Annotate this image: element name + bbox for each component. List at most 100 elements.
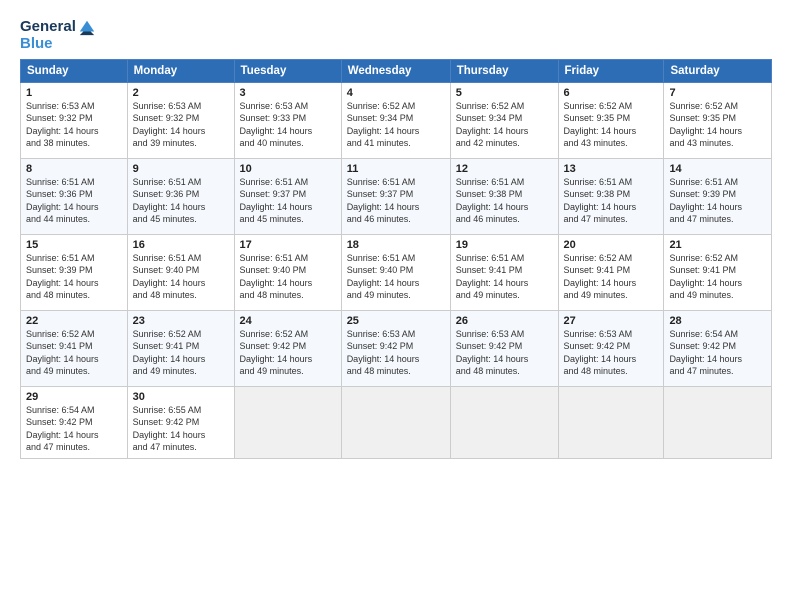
day-info: Sunrise: 6:51 AM Sunset: 9:36 PM Dayligh…: [26, 176, 122, 226]
calendar-header-monday: Monday: [127, 59, 234, 82]
calendar-cell: [558, 386, 664, 458]
calendar-cell: 20Sunrise: 6:52 AM Sunset: 9:41 PM Dayli…: [558, 234, 664, 310]
day-info: Sunrise: 6:51 AM Sunset: 9:40 PM Dayligh…: [133, 252, 229, 302]
calendar-cell: [234, 386, 341, 458]
day-info: Sunrise: 6:54 AM Sunset: 9:42 PM Dayligh…: [26, 404, 122, 454]
day-number: 27: [564, 315, 659, 327]
day-info: Sunrise: 6:53 AM Sunset: 9:32 PM Dayligh…: [26, 100, 122, 150]
day-number: 2: [133, 87, 229, 99]
day-number: 9: [133, 163, 229, 175]
calendar-cell: 29Sunrise: 6:54 AM Sunset: 9:42 PM Dayli…: [21, 386, 128, 458]
logo-text-blue: Blue: [20, 36, 53, 53]
day-number: 20: [564, 239, 659, 251]
page: General Blue SundayMondayTuesdayWednesda…: [0, 0, 792, 612]
day-number: 16: [133, 239, 229, 251]
calendar-week-4: 22Sunrise: 6:52 AM Sunset: 9:41 PM Dayli…: [21, 310, 772, 386]
calendar-cell: 2Sunrise: 6:53 AM Sunset: 9:32 PM Daylig…: [127, 82, 234, 158]
calendar-cell: 7Sunrise: 6:52 AM Sunset: 9:35 PM Daylig…: [664, 82, 772, 158]
day-number: 19: [456, 239, 553, 251]
day-number: 11: [347, 163, 445, 175]
calendar-header-saturday: Saturday: [664, 59, 772, 82]
day-info: Sunrise: 6:51 AM Sunset: 9:36 PM Dayligh…: [133, 176, 229, 226]
calendar-header-friday: Friday: [558, 59, 664, 82]
calendar-week-2: 8Sunrise: 6:51 AM Sunset: 9:36 PM Daylig…: [21, 158, 772, 234]
calendar-body: 1Sunrise: 6:53 AM Sunset: 9:32 PM Daylig…: [21, 82, 772, 458]
calendar-cell: 13Sunrise: 6:51 AM Sunset: 9:38 PM Dayli…: [558, 158, 664, 234]
day-info: Sunrise: 6:52 AM Sunset: 9:41 PM Dayligh…: [564, 252, 659, 302]
day-info: Sunrise: 6:51 AM Sunset: 9:37 PM Dayligh…: [347, 176, 445, 226]
calendar-cell: [341, 386, 450, 458]
calendar-cell: 24Sunrise: 6:52 AM Sunset: 9:42 PM Dayli…: [234, 310, 341, 386]
calendar-cell: 27Sunrise: 6:53 AM Sunset: 9:42 PM Dayli…: [558, 310, 664, 386]
day-number: 29: [26, 391, 122, 403]
calendar-cell: 21Sunrise: 6:52 AM Sunset: 9:41 PM Dayli…: [664, 234, 772, 310]
calendar-cell: 6Sunrise: 6:52 AM Sunset: 9:35 PM Daylig…: [558, 82, 664, 158]
calendar-cell: 9Sunrise: 6:51 AM Sunset: 9:36 PM Daylig…: [127, 158, 234, 234]
calendar-cell: 16Sunrise: 6:51 AM Sunset: 9:40 PM Dayli…: [127, 234, 234, 310]
calendar-cell: 14Sunrise: 6:51 AM Sunset: 9:39 PM Dayli…: [664, 158, 772, 234]
day-info: Sunrise: 6:52 AM Sunset: 9:41 PM Dayligh…: [669, 252, 766, 302]
calendar-cell: 12Sunrise: 6:51 AM Sunset: 9:38 PM Dayli…: [450, 158, 558, 234]
day-number: 21: [669, 239, 766, 251]
calendar-week-3: 15Sunrise: 6:51 AM Sunset: 9:39 PM Dayli…: [21, 234, 772, 310]
calendar-cell: 22Sunrise: 6:52 AM Sunset: 9:41 PM Dayli…: [21, 310, 128, 386]
calendar-cell: 4Sunrise: 6:52 AM Sunset: 9:34 PM Daylig…: [341, 82, 450, 158]
day-number: 4: [347, 87, 445, 99]
day-number: 5: [456, 87, 553, 99]
day-number: 17: [240, 239, 336, 251]
calendar-cell: 1Sunrise: 6:53 AM Sunset: 9:32 PM Daylig…: [21, 82, 128, 158]
day-number: 3: [240, 87, 336, 99]
day-info: Sunrise: 6:51 AM Sunset: 9:40 PM Dayligh…: [240, 252, 336, 302]
calendar-cell: 17Sunrise: 6:51 AM Sunset: 9:40 PM Dayli…: [234, 234, 341, 310]
calendar-cell: 23Sunrise: 6:52 AM Sunset: 9:41 PM Dayli…: [127, 310, 234, 386]
day-info: Sunrise: 6:53 AM Sunset: 9:33 PM Dayligh…: [240, 100, 336, 150]
day-number: 1: [26, 87, 122, 99]
day-number: 28: [669, 315, 766, 327]
calendar-cell: [664, 386, 772, 458]
day-info: Sunrise: 6:52 AM Sunset: 9:34 PM Dayligh…: [347, 100, 445, 150]
day-info: Sunrise: 6:52 AM Sunset: 9:34 PM Dayligh…: [456, 100, 553, 150]
day-info: Sunrise: 6:52 AM Sunset: 9:35 PM Dayligh…: [669, 100, 766, 150]
day-info: Sunrise: 6:54 AM Sunset: 9:42 PM Dayligh…: [669, 328, 766, 378]
day-info: Sunrise: 6:53 AM Sunset: 9:42 PM Dayligh…: [347, 328, 445, 378]
calendar-cell: 15Sunrise: 6:51 AM Sunset: 9:39 PM Dayli…: [21, 234, 128, 310]
day-info: Sunrise: 6:53 AM Sunset: 9:42 PM Dayligh…: [456, 328, 553, 378]
day-number: 12: [456, 163, 553, 175]
calendar-cell: 8Sunrise: 6:51 AM Sunset: 9:36 PM Daylig…: [21, 158, 128, 234]
day-number: 6: [564, 87, 659, 99]
day-number: 7: [669, 87, 766, 99]
calendar-cell: 26Sunrise: 6:53 AM Sunset: 9:42 PM Dayli…: [450, 310, 558, 386]
calendar-cell: 25Sunrise: 6:53 AM Sunset: 9:42 PM Dayli…: [341, 310, 450, 386]
day-info: Sunrise: 6:53 AM Sunset: 9:42 PM Dayligh…: [564, 328, 659, 378]
day-info: Sunrise: 6:51 AM Sunset: 9:39 PM Dayligh…: [669, 176, 766, 226]
calendar-header-wednesday: Wednesday: [341, 59, 450, 82]
day-info: Sunrise: 6:53 AM Sunset: 9:32 PM Dayligh…: [133, 100, 229, 150]
day-info: Sunrise: 6:51 AM Sunset: 9:38 PM Dayligh…: [456, 176, 553, 226]
day-number: 10: [240, 163, 336, 175]
day-number: 23: [133, 315, 229, 327]
calendar-cell: [450, 386, 558, 458]
day-number: 15: [26, 239, 122, 251]
header: General Blue: [20, 18, 772, 53]
day-number: 24: [240, 315, 336, 327]
calendar-cell: 19Sunrise: 6:51 AM Sunset: 9:41 PM Dayli…: [450, 234, 558, 310]
calendar-cell: 11Sunrise: 6:51 AM Sunset: 9:37 PM Dayli…: [341, 158, 450, 234]
calendar-cell: 28Sunrise: 6:54 AM Sunset: 9:42 PM Dayli…: [664, 310, 772, 386]
day-number: 26: [456, 315, 553, 327]
logo-icon: [78, 18, 96, 36]
day-number: 8: [26, 163, 122, 175]
day-info: Sunrise: 6:51 AM Sunset: 9:38 PM Dayligh…: [564, 176, 659, 226]
day-number: 30: [133, 391, 229, 403]
day-info: Sunrise: 6:51 AM Sunset: 9:37 PM Dayligh…: [240, 176, 336, 226]
day-info: Sunrise: 6:51 AM Sunset: 9:39 PM Dayligh…: [26, 252, 122, 302]
day-number: 14: [669, 163, 766, 175]
calendar-header-row: SundayMondayTuesdayWednesdayThursdayFrid…: [21, 59, 772, 82]
day-number: 22: [26, 315, 122, 327]
calendar-cell: 5Sunrise: 6:52 AM Sunset: 9:34 PM Daylig…: [450, 82, 558, 158]
logo-text-general: General: [20, 19, 76, 36]
calendar: SundayMondayTuesdayWednesdayThursdayFrid…: [20, 59, 772, 459]
day-number: 13: [564, 163, 659, 175]
calendar-week-1: 1Sunrise: 6:53 AM Sunset: 9:32 PM Daylig…: [21, 82, 772, 158]
day-info: Sunrise: 6:52 AM Sunset: 9:42 PM Dayligh…: [240, 328, 336, 378]
day-info: Sunrise: 6:52 AM Sunset: 9:35 PM Dayligh…: [564, 100, 659, 150]
